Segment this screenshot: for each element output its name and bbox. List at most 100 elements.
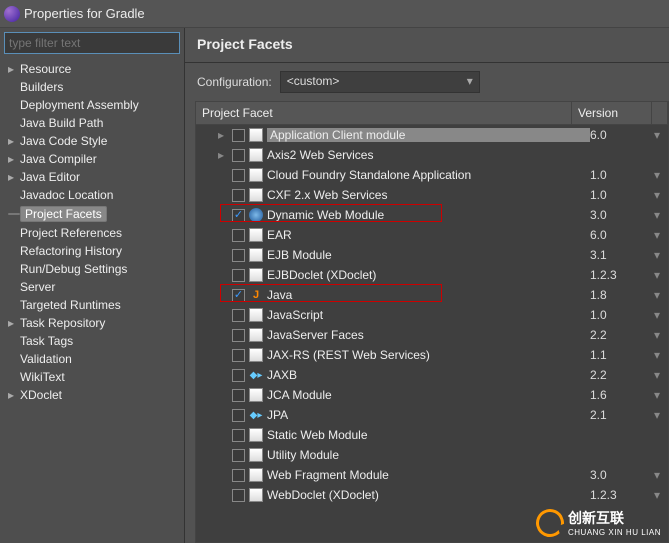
facet-version: 2.1 (590, 408, 654, 422)
facet-label: JAXB (267, 368, 590, 382)
facet-checkbox[interactable] (232, 369, 245, 382)
main-split: ▸ResourceBuildersDeployment AssemblyJava… (0, 28, 669, 543)
config-combo[interactable]: <custom> (280, 71, 480, 93)
nav-item-javadoc-location[interactable]: Javadoc Location (0, 186, 184, 204)
facet-row[interactable]: JavaScript1.0▾ (196, 305, 668, 325)
version-dropdown-icon[interactable]: ▾ (654, 208, 668, 222)
facet-row[interactable]: JJava1.8▾ (196, 285, 668, 305)
version-dropdown-icon[interactable]: ▾ (654, 408, 668, 422)
col-dropdown (652, 102, 668, 124)
version-dropdown-icon[interactable]: ▾ (654, 288, 668, 302)
nav-item-run-debug-settings[interactable]: Run/Debug Settings (0, 260, 184, 278)
nav-item-java-build-path[interactable]: Java Build Path (0, 114, 184, 132)
nav-item-server[interactable]: Server (0, 278, 184, 296)
facet-row[interactable]: EJB Module3.1▾ (196, 245, 668, 265)
nav-item-resource[interactable]: ▸Resource (0, 60, 184, 78)
tree-toggle[interactable]: ▸ (218, 148, 232, 162)
nav-item-task-tags[interactable]: Task Tags (0, 332, 184, 350)
version-dropdown-icon[interactable]: ▾ (654, 328, 668, 342)
version-dropdown-icon[interactable]: ▾ (654, 228, 668, 242)
facet-row[interactable]: Static Web Module (196, 425, 668, 445)
facet-row[interactable]: ◆▸JPA2.1▾ (196, 405, 668, 425)
facet-row[interactable]: ◆▸JAXB2.2▾ (196, 365, 668, 385)
facet-checkbox[interactable] (232, 289, 245, 302)
version-dropdown-icon[interactable]: ▾ (654, 388, 668, 402)
facet-checkbox[interactable] (232, 329, 245, 342)
facet-checkbox[interactable] (232, 189, 245, 202)
version-dropdown-icon[interactable]: ▾ (654, 248, 668, 262)
facet-row[interactable]: JavaServer Faces2.2▾ (196, 325, 668, 345)
col-version[interactable]: Version (572, 102, 652, 124)
version-dropdown-icon[interactable]: ▾ (654, 188, 668, 202)
page-icon (249, 468, 263, 482)
facet-checkbox[interactable] (232, 129, 245, 142)
version-dropdown-icon[interactable]: ▾ (654, 488, 668, 502)
nav-item-wikitext[interactable]: WikiText (0, 368, 184, 386)
nav-label: Project Facets (20, 206, 107, 222)
facet-row[interactable]: JAX-RS (REST Web Services)1.1▾ (196, 345, 668, 365)
nav-item-java-compiler[interactable]: ▸Java Compiler (0, 150, 184, 168)
page-icon (249, 328, 263, 342)
page-icon (249, 128, 263, 142)
facet-checkbox[interactable] (232, 169, 245, 182)
facet-row[interactable]: EAR6.0▾ (196, 225, 668, 245)
facet-label: Application Client module (267, 128, 590, 142)
facet-row[interactable]: EJBDoclet (XDoclet)1.2.3▾ (196, 265, 668, 285)
facet-label: EAR (267, 228, 590, 242)
nav-item-java-editor[interactable]: ▸Java Editor (0, 168, 184, 186)
logo-text2: CHUANG XIN HU LIAN (568, 528, 661, 537)
facet-label: Static Web Module (267, 428, 590, 442)
facet-checkbox[interactable] (232, 449, 245, 462)
facet-checkbox[interactable] (232, 309, 245, 322)
version-dropdown-icon[interactable]: ▾ (654, 368, 668, 382)
version-dropdown-icon[interactable]: ▾ (654, 468, 668, 482)
nav-item-project-facets[interactable]: Project Facets (0, 204, 184, 224)
chevron-icon (8, 213, 20, 215)
nav-item-builders[interactable]: Builders (0, 78, 184, 96)
facet-checkbox[interactable] (232, 349, 245, 362)
tree-toggle[interactable]: ▸ (218, 128, 232, 142)
facet-checkbox[interactable] (232, 149, 245, 162)
nav-item-task-repository[interactable]: ▸Task Repository (0, 314, 184, 332)
page-icon (249, 308, 263, 322)
facet-row[interactable]: ▸Application Client module6.0▾ (196, 125, 668, 145)
nav-item-project-references[interactable]: Project References (0, 224, 184, 242)
facet-row[interactable]: ▸Axis2 Web Services (196, 145, 668, 165)
facet-label: CXF 2.x Web Services (267, 188, 590, 202)
facet-row[interactable]: Utility Module (196, 445, 668, 465)
col-facet[interactable]: Project Facet (196, 102, 572, 124)
facet-checkbox[interactable] (232, 229, 245, 242)
nav-label: Java Build Path (20, 116, 103, 130)
filter-input[interactable] (4, 32, 180, 54)
nav-item-java-code-style[interactable]: ▸Java Code Style (0, 132, 184, 150)
facet-checkbox[interactable] (232, 489, 245, 502)
facet-row[interactable]: Dynamic Web Module3.0▾ (196, 205, 668, 225)
page-header: Project Facets (185, 28, 669, 63)
version-dropdown-icon[interactable]: ▾ (654, 348, 668, 362)
diamond-icon: ◆▸ (249, 408, 263, 422)
facet-checkbox[interactable] (232, 269, 245, 282)
facet-row[interactable]: Web Fragment Module3.0▾ (196, 465, 668, 485)
table-body: ▸Application Client module6.0▾▸Axis2 Web… (196, 125, 668, 505)
facet-row[interactable]: JCA Module1.6▾ (196, 385, 668, 405)
facet-checkbox[interactable] (232, 209, 245, 222)
facet-checkbox[interactable] (232, 409, 245, 422)
nav-item-targeted-runtimes[interactable]: Targeted Runtimes (0, 296, 184, 314)
nav-label: Javadoc Location (20, 188, 113, 202)
version-dropdown-icon[interactable]: ▾ (654, 308, 668, 322)
nav-item-validation[interactable]: Validation (0, 350, 184, 368)
facet-row[interactable]: Cloud Foundry Standalone Application1.0▾ (196, 165, 668, 185)
nav-label: Resource (20, 62, 71, 76)
version-dropdown-icon[interactable]: ▾ (654, 268, 668, 282)
version-dropdown-icon[interactable]: ▾ (654, 168, 668, 182)
facet-checkbox[interactable] (232, 389, 245, 402)
facet-checkbox[interactable] (232, 469, 245, 482)
version-dropdown-icon[interactable]: ▾ (654, 128, 668, 142)
facet-row[interactable]: WebDoclet (XDoclet)1.2.3▾ (196, 485, 668, 505)
facet-checkbox[interactable] (232, 249, 245, 262)
nav-item-refactoring-history[interactable]: Refactoring History (0, 242, 184, 260)
nav-item-xdoclet[interactable]: ▸XDoclet (0, 386, 184, 404)
facet-row[interactable]: CXF 2.x Web Services1.0▾ (196, 185, 668, 205)
nav-item-deployment-assembly[interactable]: Deployment Assembly (0, 96, 184, 114)
facet-checkbox[interactable] (232, 429, 245, 442)
